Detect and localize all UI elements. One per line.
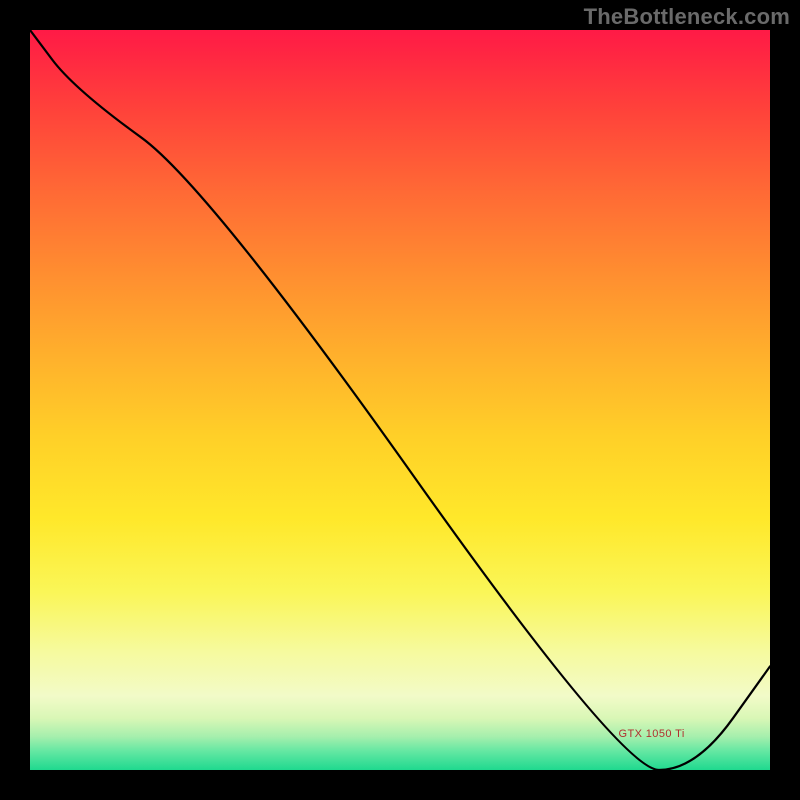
- plot-area: GTX 1050 Ti: [30, 30, 770, 770]
- bottleneck-curve: [30, 30, 770, 770]
- chart-frame: TheBottleneck.com GTX 1050 Ti: [0, 0, 800, 800]
- gpu-annotation: GTX 1050 Ti: [619, 728, 685, 740]
- curve-path: [30, 30, 770, 770]
- watermark-text: TheBottleneck.com: [584, 4, 790, 30]
